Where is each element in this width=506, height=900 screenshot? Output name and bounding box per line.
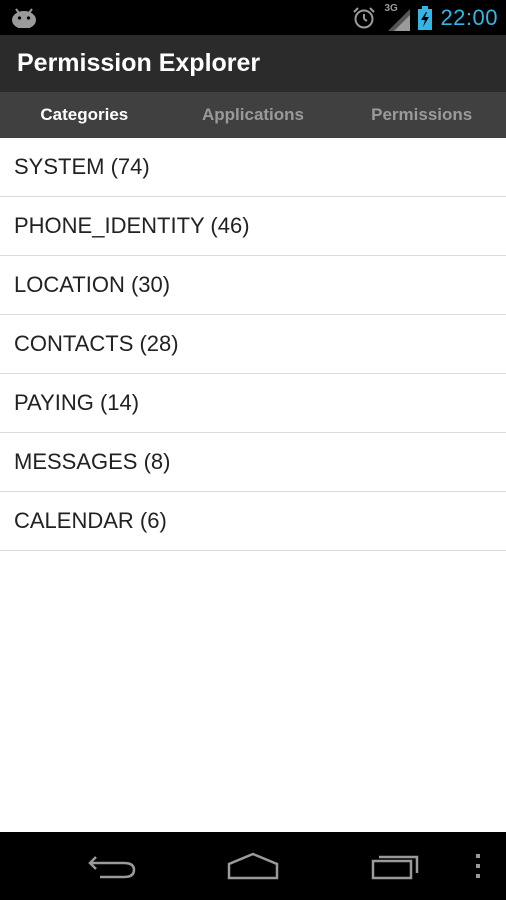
home-icon: [227, 852, 279, 880]
overflow-menu-icon: [476, 854, 480, 878]
list-item[interactable]: CALENDAR (6): [0, 492, 506, 551]
list-item[interactable]: PAYING (14): [0, 374, 506, 433]
status-bar: 3G 22:00: [0, 0, 506, 35]
recent-apps-button[interactable]: [366, 846, 424, 886]
tab-bar: Categories Applications Permissions: [0, 92, 506, 138]
alarm-icon: [353, 6, 376, 28]
navigation-bar: [0, 832, 506, 900]
list-item[interactable]: PHONE_IDENTITY (46): [0, 197, 506, 256]
back-button[interactable]: [82, 846, 142, 886]
action-bar: Permission Explorer: [0, 35, 506, 92]
list-item[interactable]: CONTACTS (28): [0, 315, 506, 374]
app-title: Permission Explorer: [17, 49, 261, 77]
category-list: SYSTEM (74) PHONE_IDENTITY (46) LOCATION…: [0, 138, 506, 551]
list-item[interactable]: LOCATION (30): [0, 256, 506, 315]
tab-permissions[interactable]: Permissions: [337, 92, 506, 138]
overflow-menu-button[interactable]: [466, 846, 490, 886]
home-button[interactable]: [222, 846, 284, 886]
list-item[interactable]: SYSTEM (74): [0, 138, 506, 197]
recent-apps-icon: [371, 855, 419, 880]
back-icon: [88, 856, 136, 879]
tab-categories[interactable]: Categories: [0, 92, 169, 138]
list-item[interactable]: MESSAGES (8): [0, 433, 506, 492]
signal-icon: 3G: [384, 3, 411, 31]
battery-charging-icon: [418, 5, 433, 30]
android-icon: [12, 8, 36, 28]
tab-applications[interactable]: Applications: [169, 92, 338, 138]
clock: 22:00: [440, 4, 498, 30]
